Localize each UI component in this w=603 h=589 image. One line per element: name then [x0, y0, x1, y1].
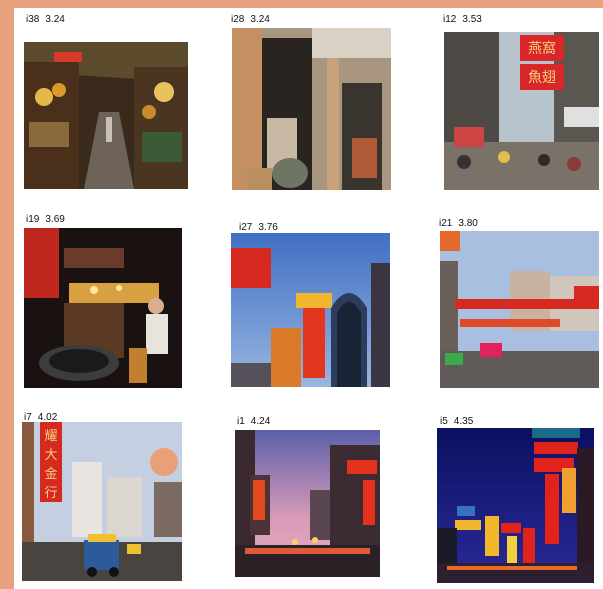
vertical-sign-char-1: 耀: [44, 429, 57, 444]
image-id: i5: [440, 416, 448, 427]
image-label-i19: i19 3.69: [26, 214, 65, 225]
image-id: i28: [231, 14, 245, 25]
image-score: 3.24: [45, 14, 65, 25]
sign-text-top: 燕窩: [528, 40, 556, 57]
sign-text-bottom: 魚翅: [528, 70, 556, 86]
photo-market-alley[interactable]: [24, 42, 188, 189]
image-score: 3.24: [250, 14, 270, 25]
image-label-i38: i38 3.24: [26, 14, 65, 25]
image-id: i1: [237, 416, 245, 427]
image-id: i27: [239, 222, 253, 233]
image-label-i1: i1 4.24: [237, 416, 270, 427]
vertical-sign-char-3: 金: [44, 466, 57, 482]
image-id: i38: [26, 14, 40, 25]
image-id: i12: [443, 14, 457, 25]
image-label-i21: i21 3.80: [439, 218, 478, 229]
vertical-sign-char-4: 行: [44, 486, 57, 501]
image-label-i27: i27 3.76: [239, 222, 278, 233]
photo-shophouse-doorway[interactable]: [232, 28, 391, 190]
image-id: i21: [439, 218, 453, 229]
photo-street-tuktuk[interactable]: 耀 大 金 行: [22, 422, 182, 581]
photo-dusk-gold-sign[interactable]: [231, 233, 390, 387]
photo-night-food-stall[interactable]: [24, 228, 182, 388]
frame-left-border: [0, 0, 14, 589]
image-score: 4.35: [453, 416, 474, 427]
image-label-i12: i12 3.53: [443, 14, 482, 25]
image-score: 3.80: [458, 218, 478, 229]
image-label-i28: i28 3.24: [231, 14, 270, 25]
image-label-i5: i5 4.35: [440, 416, 473, 427]
photo-pink-dusk-street[interactable]: [235, 430, 380, 577]
image-score: 3.76: [258, 222, 278, 233]
frame-top-border: [0, 0, 603, 8]
image-score: 3.69: [45, 214, 65, 225]
vertical-sign-char-2: 大: [44, 448, 57, 463]
image-score: 4.24: [250, 416, 271, 427]
image-id: i19: [26, 214, 40, 225]
photo-busy-street-signs[interactable]: 燕窩 魚翅: [444, 32, 599, 190]
photo-street-banner[interactable]: [440, 231, 599, 388]
photo-neon-night-street[interactable]: [437, 428, 594, 583]
image-score: 3.53: [462, 14, 482, 25]
